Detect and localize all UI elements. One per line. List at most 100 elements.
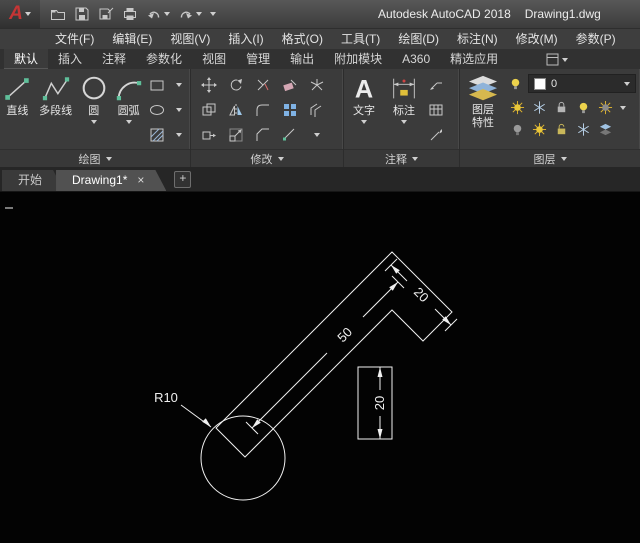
chamfer-tool-button[interactable] [249, 122, 276, 147]
drawing-canvas[interactable]: 50 20 R10 [0, 192, 640, 543]
dimension-20-bend[interactable]: 20 [385, 259, 457, 331]
hatch-dropdown[interactable] [168, 122, 190, 147]
ribbon-tab-a360[interactable]: A360 [392, 49, 440, 69]
save-button[interactable] [74, 6, 90, 22]
markup-tool-button[interactable] [424, 122, 448, 147]
plot-button[interactable] [122, 6, 138, 22]
ellipse-tool-button[interactable] [146, 97, 168, 122]
rotate-tool-button[interactable] [222, 72, 249, 97]
rectangle-dropdown[interactable] [168, 72, 190, 97]
dimension-dropdown-caret-icon[interactable] [401, 120, 407, 124]
rod-outline-entity[interactable] [216, 252, 452, 457]
qat-customize-caret-icon[interactable] [210, 12, 216, 16]
application-menu-button[interactable]: A [0, 0, 40, 28]
dimension-20-vertical[interactable]: 20 [372, 367, 387, 439]
layer-bulb-icon[interactable] [576, 100, 591, 115]
drawing-circle-entity[interactable] [201, 416, 285, 500]
ribbon-tab-view[interactable]: 视图 [192, 49, 236, 69]
menu-insert[interactable]: 插入(I) [219, 29, 272, 49]
dimension-r10[interactable]: R10 [154, 390, 211, 427]
layer-thaw-sun-icon[interactable] [532, 122, 547, 137]
dimension-20-vertical-text[interactable]: 20 [372, 396, 387, 410]
save-as-button[interactable] [98, 6, 114, 22]
ribbon-tab-home[interactable]: 默认 [4, 49, 48, 69]
move-tool-button[interactable] [195, 72, 222, 97]
layer-properties-button[interactable]: 图层 特性 [460, 69, 506, 130]
panel-layers: 图层 特性 0 [460, 69, 640, 167]
ribbon-tab-parametric[interactable]: 参数化 [136, 49, 192, 69]
stretch-tool-button[interactable] [195, 122, 222, 147]
ribbon-display-toggle[interactable] [546, 53, 568, 69]
text-tool-button[interactable]: A 文字 [344, 69, 384, 124]
rectangle-tool-button[interactable] [146, 72, 168, 97]
new-drawing-button[interactable]: + [174, 171, 191, 188]
redo-button[interactable] [178, 6, 202, 22]
mirror-tool-button[interactable] [222, 97, 249, 122]
circle-tool-button[interactable]: 圆 [76, 69, 111, 124]
ribbon-tab-featured-apps[interactable]: 精选应用 [440, 49, 508, 69]
file-tab-start[interactable]: 开始 [2, 170, 64, 191]
menu-modify[interactable]: 修改(M) [507, 29, 567, 49]
line-tool-button[interactable]: 直线 [0, 69, 35, 118]
leader-tool-button[interactable] [424, 72, 448, 97]
menu-parametric[interactable]: 参数(P) [567, 29, 625, 49]
polyline-tool-label: 多段线 [39, 105, 72, 118]
layer-off-bulb-icon[interactable] [510, 122, 525, 137]
layer-match-bulb-icon[interactable] [508, 76, 523, 91]
arc-icon [114, 74, 144, 104]
layer-isolate-sun-icon[interactable] [598, 100, 613, 115]
ribbon-tab-insert[interactable]: 插入 [48, 49, 92, 69]
trim-tool-button[interactable] [249, 72, 276, 97]
ribbon-tab-annotate[interactable]: 注释 [92, 49, 136, 69]
menu-edit[interactable]: 编辑(E) [103, 29, 161, 49]
panel-footer-annotation[interactable]: 注释 [344, 149, 459, 167]
layer-lock-icon[interactable] [554, 100, 569, 115]
layer-properties-icon [466, 74, 500, 104]
dimension-50-text[interactable]: 50 [334, 324, 355, 345]
dimension-r10-text[interactable]: R10 [154, 390, 178, 405]
erase-tool-button[interactable] [276, 72, 303, 97]
ribbon-tab-manage[interactable]: 管理 [236, 49, 280, 69]
menu-dimension[interactable]: 标注(N) [448, 29, 507, 49]
layer-walk-snowflake-icon[interactable] [576, 122, 591, 137]
layer-unlock-icon[interactable] [554, 122, 569, 137]
circle-dropdown-caret-icon[interactable] [91, 120, 97, 124]
ribbon-tab-addins[interactable]: 附加模块 [324, 49, 392, 69]
ellipse-icon [149, 102, 165, 118]
offset-tool-button[interactable] [303, 97, 330, 122]
text-dropdown-caret-icon[interactable] [361, 120, 367, 124]
layer-freeze-snowflake-icon[interactable] [532, 100, 547, 115]
arc-tool-button[interactable]: 圆弧 [111, 69, 146, 124]
menu-draw[interactable]: 绘图(D) [389, 29, 448, 49]
table-tool-button[interactable] [424, 97, 448, 122]
panel-footer-layers[interactable]: 图层 [460, 149, 640, 167]
ellipse-dropdown[interactable] [168, 97, 190, 122]
copy-tool-button[interactable] [195, 97, 222, 122]
menu-view[interactable]: 视图(V) [161, 29, 219, 49]
menu-tools[interactable]: 工具(T) [332, 29, 389, 49]
explode-tool-button[interactable] [303, 72, 330, 97]
modify-more-dropdown[interactable] [303, 122, 330, 147]
array-tool-button[interactable] [276, 97, 303, 122]
panel-footer-modify[interactable]: 修改 [191, 149, 343, 167]
dimension-tool-button[interactable]: 标注 [384, 69, 424, 124]
layer-tools-caret-icon[interactable] [620, 106, 626, 110]
open-button[interactable] [50, 6, 66, 22]
hatch-tool-button[interactable] [146, 122, 168, 147]
lengthen-tool-button[interactable] [276, 122, 303, 147]
dimension-20-bend-text[interactable]: 20 [411, 284, 432, 305]
arc-dropdown-caret-icon[interactable] [126, 120, 132, 124]
fillet-tool-button[interactable] [249, 97, 276, 122]
layer-on-sun-icon[interactable] [510, 100, 525, 115]
panel-footer-draw[interactable]: 绘图 [0, 149, 190, 167]
undo-button[interactable] [146, 6, 170, 22]
layer-merge-icon[interactable] [598, 122, 613, 137]
menu-file[interactable]: 文件(F) [46, 29, 103, 49]
polyline-tool-button[interactable]: 多段线 [35, 69, 76, 118]
ribbon-tab-output[interactable]: 输出 [280, 49, 324, 69]
file-tab-close-icon[interactable]: × [137, 170, 144, 191]
menu-format[interactable]: 格式(O) [273, 29, 332, 49]
current-layer-dropdown[interactable]: 0 [528, 74, 636, 93]
file-tab-drawing1[interactable]: Drawing1* × [56, 170, 166, 191]
scale-tool-button[interactable] [222, 122, 249, 147]
